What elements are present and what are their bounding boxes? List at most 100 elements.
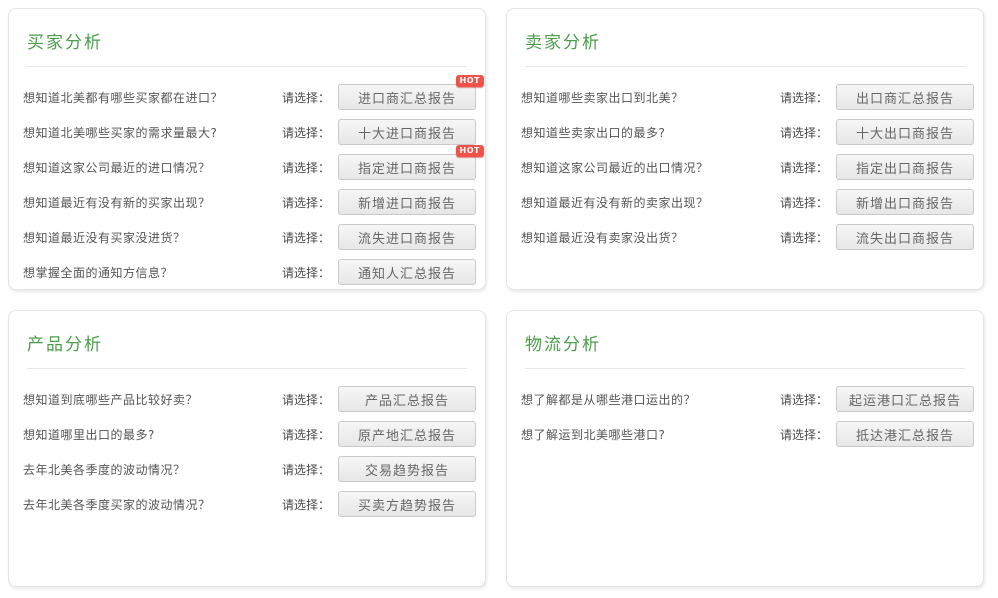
report-row: 想知道这家公司最近的进口情况？ 请选择： 指定进口商报告 HOT <box>23 154 476 180</box>
report-button[interactable]: 新增出口商报告 <box>836 189 974 215</box>
question-label: 想知道些卖家出口的最多? <box>521 124 780 141</box>
report-button[interactable]: 进口商汇总报告 <box>338 84 476 110</box>
question-label: 想掌握全面的通知方信息？ <box>23 264 282 281</box>
select-label: 请选择： <box>780 194 828 211</box>
report-row: 想知道最近有没有新的卖家出现？ 请选择： 新增出口商报告 <box>521 189 974 215</box>
select-label: 请选择： <box>780 391 828 408</box>
report-button-wrap: 抵达港汇总报告 <box>836 421 974 447</box>
panel-logistics-analysis: 物流分析 想了解都是从哪些港口运出的？ 请选择： 起运港口汇总报告 想了解运到北… <box>506 310 984 587</box>
report-button[interactable]: 交易趋势报告 <box>338 456 476 482</box>
report-button[interactable]: 原产地汇总报告 <box>338 421 476 447</box>
select-label: 请选择： <box>282 229 330 246</box>
question-label: 去年北美各季度买家的波动情况？ <box>23 496 282 513</box>
report-row: 想知道北美都有哪些买家都在进口？ 请选择： 进口商汇总报告 HOT <box>23 84 476 110</box>
report-button[interactable]: 流失出口商报告 <box>836 224 974 250</box>
question-label: 想知道这家公司最近的出口情况？ <box>521 159 780 176</box>
report-button-wrap: 新增进口商报告 <box>338 189 476 215</box>
report-button[interactable]: 产品汇总报告 <box>338 386 476 412</box>
select-label: 请选择： <box>282 461 330 478</box>
panel-rows: 想知道哪些卖家出口到北美？ 请选择： 出口商汇总报告 想知道些卖家出口的最多? … <box>507 67 983 250</box>
report-button-wrap: 进口商汇总报告 HOT <box>338 84 476 110</box>
report-button-wrap: 通知人汇总报告 <box>338 259 476 285</box>
report-button[interactable]: 十大进口商报告 <box>338 119 476 145</box>
report-button-wrap: 流失进口商报告 <box>338 224 476 250</box>
report-row: 想知道这家公司最近的出口情况？ 请选择： 指定出口商报告 <box>521 154 974 180</box>
report-dashboard: 买家分析 想知道北美都有哪些买家都在进口？ 请选择： 进口商汇总报告 HOT 想… <box>0 0 998 595</box>
question-label: 想知道最近有没有新的卖家出现？ <box>521 194 780 211</box>
report-button[interactable]: 十大出口商报告 <box>836 119 974 145</box>
report-button[interactable]: 出口商汇总报告 <box>836 84 974 110</box>
panel-seller-analysis: 卖家分析 想知道哪些卖家出口到北美？ 请选择： 出口商汇总报告 想知道些卖家出口… <box>506 8 984 290</box>
question-label: 想知道哪些卖家出口到北美？ <box>521 89 780 106</box>
report-button-wrap: 原产地汇总报告 <box>338 421 476 447</box>
hot-badge: HOT <box>456 145 484 157</box>
report-button[interactable]: 通知人汇总报告 <box>338 259 476 285</box>
dashboard-grid: 买家分析 想知道北美都有哪些买家都在进口？ 请选择： 进口商汇总报告 HOT 想… <box>8 8 990 587</box>
report-button-wrap: 流失出口商报告 <box>836 224 974 250</box>
select-label: 请选择： <box>282 159 330 176</box>
report-button-wrap: 指定进口商报告 HOT <box>338 154 476 180</box>
panel-title: 物流分析 <box>525 330 965 355</box>
select-label: 请选择： <box>780 159 828 176</box>
question-label: 去年北美各季度的波动情况？ <box>23 461 282 478</box>
report-button[interactable]: 起运港口汇总报告 <box>836 386 974 412</box>
report-button-wrap: 起运港口汇总报告 <box>836 386 974 412</box>
select-label: 请选择： <box>282 194 330 211</box>
question-label: 想知道北美哪些买家的需求量最大? <box>23 124 282 141</box>
report-button-wrap: 新增出口商报告 <box>836 189 974 215</box>
question-label: 想知道最近有没有新的买家出现？ <box>23 194 282 211</box>
report-row: 想知道到底哪些产品比较好卖？ 请选择： 产品汇总报告 <box>23 386 476 412</box>
report-button[interactable]: 抵达港汇总报告 <box>836 421 974 447</box>
question-label: 想知道到底哪些产品比较好卖？ <box>23 391 282 408</box>
panel-title: 产品分析 <box>27 330 467 355</box>
report-button[interactable]: 指定进口商报告 <box>338 154 476 180</box>
question-label: 想知道最近没有卖家没出货？ <box>521 229 780 246</box>
select-label: 请选择： <box>282 264 330 281</box>
select-label: 请选择： <box>780 229 828 246</box>
report-button-wrap: 交易趋势报告 <box>338 456 476 482</box>
report-button[interactable]: 买卖方趋势报告 <box>338 491 476 517</box>
report-row: 想知道最近有没有新的买家出现？ 请选择： 新增进口商报告 <box>23 189 476 215</box>
panel-rows: 想知道北美都有哪些买家都在进口？ 请选择： 进口商汇总报告 HOT 想知道北美哪… <box>9 67 485 285</box>
panel-buyer-analysis: 买家分析 想知道北美都有哪些买家都在进口？ 请选择： 进口商汇总报告 HOT 想… <box>8 8 486 290</box>
select-label: 请选择： <box>282 124 330 141</box>
select-label: 请选择： <box>780 89 828 106</box>
report-button[interactable]: 指定出口商报告 <box>836 154 974 180</box>
panel-title: 买家分析 <box>27 28 467 53</box>
report-row: 想知道些卖家出口的最多? 请选择： 十大出口商报告 <box>521 119 974 145</box>
panel-product-analysis: 产品分析 想知道到底哪些产品比较好卖？ 请选择： 产品汇总报告 想知道哪里出口的… <box>8 310 486 587</box>
question-label: 想知道哪里出口的最多? <box>23 426 282 443</box>
question-label: 想了解运到北美哪些港口? <box>521 426 780 443</box>
report-button[interactable]: 新增进口商报告 <box>338 189 476 215</box>
question-label: 想知道最近没有买家没进货？ <box>23 229 282 246</box>
panel-rows: 想了解都是从哪些港口运出的？ 请选择： 起运港口汇总报告 想了解运到北美哪些港口… <box>507 369 983 447</box>
report-button-wrap: 十大进口商报告 <box>338 119 476 145</box>
report-row: 想知道最近没有买家没进货？ 请选择： 流失进口商报告 <box>23 224 476 250</box>
report-button-wrap: 出口商汇总报告 <box>836 84 974 110</box>
select-label: 请选择： <box>282 426 330 443</box>
select-label: 请选择： <box>282 391 330 408</box>
report-row: 想知道北美哪些买家的需求量最大? 请选择： 十大进口商报告 <box>23 119 476 145</box>
select-label: 请选择： <box>282 496 330 513</box>
question-label: 想知道这家公司最近的进口情况？ <box>23 159 282 176</box>
report-row: 想知道最近没有卖家没出货？ 请选择： 流失出口商报告 <box>521 224 974 250</box>
report-row: 想了解运到北美哪些港口? 请选择： 抵达港汇总报告 <box>521 421 974 447</box>
select-label: 请选择： <box>282 89 330 106</box>
panel-rows: 想知道到底哪些产品比较好卖？ 请选择： 产品汇总报告 想知道哪里出口的最多? 请… <box>9 369 485 517</box>
select-label: 请选择： <box>780 124 828 141</box>
report-row: 去年北美各季度的波动情况？ 请选择： 交易趋势报告 <box>23 456 476 482</box>
report-button[interactable]: 流失进口商报告 <box>338 224 476 250</box>
report-button-wrap: 产品汇总报告 <box>338 386 476 412</box>
report-row: 想知道哪些卖家出口到北美？ 请选择： 出口商汇总报告 <box>521 84 974 110</box>
hot-badge: HOT <box>456 75 484 87</box>
report-button-wrap: 十大出口商报告 <box>836 119 974 145</box>
question-label: 想知道北美都有哪些买家都在进口？ <box>23 89 282 106</box>
panel-title: 卖家分析 <box>525 28 965 53</box>
report-button-wrap: 买卖方趋势报告 <box>338 491 476 517</box>
report-row: 想掌握全面的通知方信息？ 请选择： 通知人汇总报告 <box>23 259 476 285</box>
report-row: 想知道哪里出口的最多? 请选择： 原产地汇总报告 <box>23 421 476 447</box>
report-row: 去年北美各季度买家的波动情况？ 请选择： 买卖方趋势报告 <box>23 491 476 517</box>
report-row: 想了解都是从哪些港口运出的？ 请选择： 起运港口汇总报告 <box>521 386 974 412</box>
question-label: 想了解都是从哪些港口运出的？ <box>521 391 780 408</box>
select-label: 请选择： <box>780 426 828 443</box>
